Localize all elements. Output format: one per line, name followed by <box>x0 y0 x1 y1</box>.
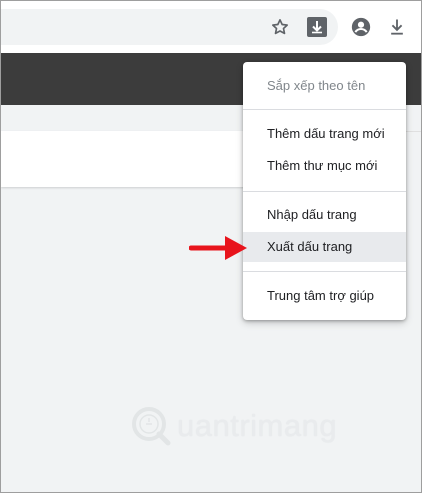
menu-separator <box>243 271 406 272</box>
menu-item-import-bookmarks[interactable]: Nhập dấu trang <box>243 200 406 230</box>
watermark-text: uantrimang <box>177 408 338 443</box>
bookmarks-options-menu: Sắp xếp theo tên Thêm dấu trang mới Thêm… <box>243 62 406 320</box>
menu-item-sort-by-name[interactable]: Sắp xếp theo tên <box>243 71 406 101</box>
menu-item-export-bookmarks[interactable]: Xuất dấu trang <box>243 232 406 262</box>
menu-item-add-folder[interactable]: Thêm thư mục mới <box>243 151 406 181</box>
browser-toolbar <box>1 1 421 53</box>
menu-item-add-bookmark[interactable]: Thêm dấu trang mới <box>243 119 406 149</box>
menu-item-help-center[interactable]: Trung tâm trợ giúp <box>243 281 406 311</box>
browser-window: uantrimang Sắp xếp theo tên Thêm dấu tra… <box>0 0 422 493</box>
watermark: uantrimang <box>129 401 359 451</box>
extension-download-icon[interactable] <box>305 15 329 39</box>
menu-separator <box>243 191 406 192</box>
menu-separator <box>243 109 406 110</box>
red-arrow-icon <box>189 236 247 260</box>
watermark-logo-icon <box>132 407 171 446</box>
account-circle-icon[interactable] <box>349 15 373 39</box>
star-icon[interactable] <box>268 15 292 39</box>
download-icon[interactable] <box>385 15 409 39</box>
